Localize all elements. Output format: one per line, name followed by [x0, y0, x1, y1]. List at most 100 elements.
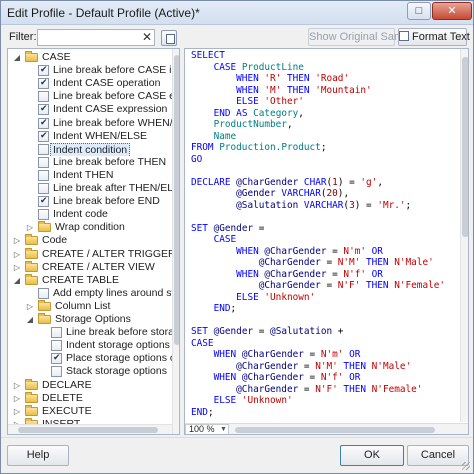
folder-icon [25, 234, 38, 246]
tree-folder-node[interactable]: ▷ EXECUTE [8, 404, 174, 418]
editor-hscroll-thumb[interactable] [235, 427, 435, 433]
tree-folder-node[interactable]: ▷ DELETE [8, 391, 174, 405]
option-checkbox[interactable] [51, 352, 62, 365]
expanded-arrow-icon[interactable]: ◢ [26, 313, 34, 326]
tree-option-item[interactable]: Indent CASE operation [8, 77, 174, 90]
option-checkbox[interactable] [38, 169, 49, 181]
option-checkbox[interactable] [51, 340, 62, 352]
tree-option-item[interactable]: Line break after THEN/ELSE [8, 182, 174, 195]
option-label: Indent condition [50, 142, 131, 156]
option-checkbox[interactable] [38, 183, 49, 194]
option-checkbox[interactable] [38, 77, 49, 90]
tree-vertical-scrollbar[interactable] [172, 49, 179, 434]
filter-options-icon[interactable] [161, 30, 177, 46]
tree-horizontal-scrollbar[interactable] [8, 424, 172, 434]
filter-input[interactable] [37, 29, 155, 46]
clear-filter-icon[interactable]: ✕ [140, 30, 154, 45]
collapsed-arrow-icon[interactable]: ▷ [13, 405, 21, 418]
option-checkbox[interactable] [51, 327, 62, 339]
option-checkbox[interactable] [38, 64, 49, 77]
expanded-arrow-icon[interactable]: ◢ [13, 274, 21, 287]
expanded-arrow-icon[interactable]: ◢ [13, 51, 21, 64]
code-line: FROM Production.Product; [191, 142, 445, 154]
tree-option-item[interactable]: Add empty lines around statemer [8, 287, 174, 300]
tree-option-item[interactable]: Stack storage options [8, 365, 174, 378]
editor-vertical-scrollbar[interactable] [460, 49, 468, 422]
collapsed-arrow-icon[interactable]: ▷ [26, 300, 34, 313]
code-token: WHEN [236, 73, 259, 84]
format-text-button[interactable]: Format Text [398, 28, 470, 46]
tree-option-item[interactable]: Indent code [8, 208, 174, 221]
option-checkbox[interactable] [38, 156, 49, 168]
tree-hscroll-thumb[interactable] [18, 427, 158, 433]
code-line: CASE [191, 234, 445, 246]
options-tree[interactable]: ◢CASELine break before CASE in right-hIn… [7, 48, 180, 435]
sql-preview-editor[interactable]: SELECT CASE ProductLine WHEN 'R' THEN 'R… [184, 48, 469, 435]
tree-option-item[interactable]: Place storage options on sing [8, 352, 174, 365]
close-button[interactable]: ✕ [432, 2, 472, 20]
tree-node-label: EXECUTE [42, 404, 92, 417]
option-checkbox[interactable] [51, 366, 62, 378]
tree-option-item[interactable]: Line break before END [8, 195, 174, 208]
option-checkbox[interactable] [38, 91, 49, 103]
collapsed-arrow-icon[interactable]: ▷ [13, 392, 21, 405]
tree-folder-node[interactable]: ▷ Code [8, 234, 174, 247]
tree-folder-node[interactable]: ▷ DECLARE [8, 378, 174, 392]
tree-option-item[interactable]: Line break before storage op [8, 326, 174, 339]
code-line: @CharGender = N'M' THEN N'Male' [191, 257, 445, 269]
code-token: AS [236, 107, 248, 119]
option-checkbox[interactable] [38, 117, 49, 130]
code-line: END AS Category, [191, 108, 445, 120]
collapsed-arrow-icon[interactable]: ▷ [13, 234, 21, 247]
tree-folder-node[interactable]: ◢ Storage Options [8, 313, 174, 326]
option-checkbox[interactable] [38, 209, 49, 221]
code-token: Name [213, 130, 237, 142]
tree-option-item[interactable]: Line break before CASE in right-h [8, 64, 174, 77]
code-token: OR [371, 268, 383, 280]
code-line: Name [191, 131, 445, 143]
help-button[interactable]: Help [7, 445, 69, 466]
cancel-button[interactable]: Cancel [407, 445, 469, 466]
collapsed-arrow-icon[interactable]: ▷ [13, 379, 21, 392]
code-token: + [332, 326, 344, 337]
tree-folder-node[interactable]: ▷ Wrap condition [8, 221, 174, 234]
tree-option-item[interactable]: Line break before CASE expressi [8, 90, 174, 103]
maximize-button[interactable]: □ [407, 2, 431, 20]
collapsed-arrow-icon[interactable]: ▷ [13, 248, 21, 261]
option-checkbox[interactable] [38, 287, 49, 299]
tree-folder-node[interactable]: ◢ CREATE TABLE [8, 273, 174, 287]
tree-option-item[interactable]: Indent CASE expression [8, 103, 174, 116]
resize-grip-icon[interactable] [462, 462, 470, 470]
tree-folder-node[interactable]: ◢ CASE [8, 51, 174, 64]
tree-option-item[interactable]: Indent THEN [8, 169, 174, 182]
show-original-sample-button[interactable]: Show Original Sample [308, 28, 418, 46]
code-token: @CharGender [236, 383, 299, 395]
tree-option-item[interactable]: Line break before WHEN/ELSE [8, 117, 174, 130]
tree-scroll-thumb[interactable] [174, 55, 179, 345]
code-token: 'g' [360, 176, 378, 188]
code-token: SELECT [191, 50, 225, 61]
option-checkbox[interactable] [38, 130, 49, 143]
ok-button[interactable]: OK [340, 445, 404, 466]
code-token: @Gender [236, 188, 276, 199]
tree-option-item[interactable]: Indent condition [8, 142, 174, 156]
tree-option-item[interactable]: Line break before THEN [8, 156, 174, 169]
tree-folder-node[interactable]: ▷ Column List [8, 299, 174, 313]
code-token: CHAR [303, 176, 327, 188]
code-token: N'F' [337, 280, 361, 291]
option-checkbox[interactable] [38, 103, 49, 116]
code-token: OR [371, 245, 383, 257]
code-token: = [253, 222, 265, 234]
option-checkbox[interactable] [38, 195, 49, 208]
tree-option-item[interactable]: Indent WHEN/ELSE [8, 130, 174, 143]
collapsed-arrow-icon[interactable]: ▷ [26, 221, 34, 234]
tree-folder-node[interactable]: ▷ CREATE / ALTER VIEW [8, 260, 174, 274]
tree-folder-node[interactable]: ▷ CREATE / ALTER TRIGGER [8, 247, 174, 261]
zoom-select[interactable]: 100 % ▼ [185, 424, 229, 434]
option-checkbox[interactable] [38, 143, 49, 155]
tree-option-item[interactable]: Indent storage options [8, 339, 174, 352]
editor-scroll-thumb[interactable] [462, 57, 468, 237]
folder-icon [38, 299, 51, 311]
collapsed-arrow-icon[interactable]: ▷ [13, 261, 21, 274]
